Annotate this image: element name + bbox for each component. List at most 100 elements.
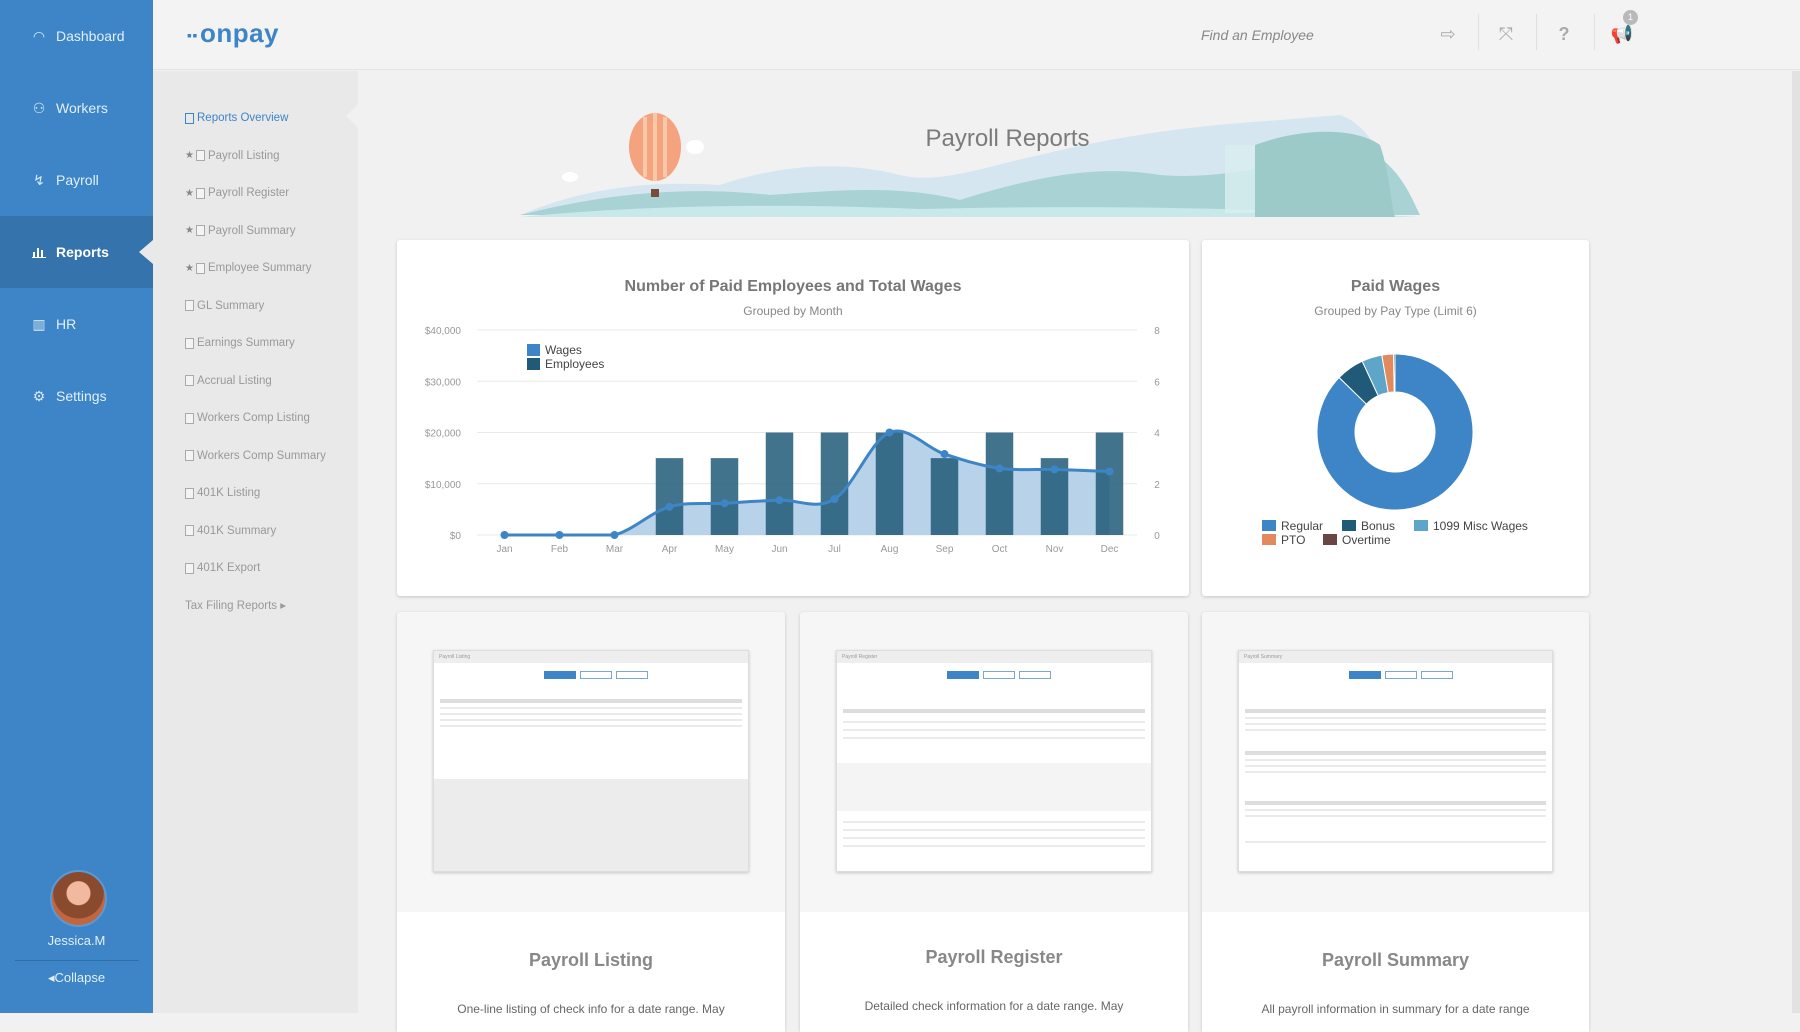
nav-payroll[interactable]: ↯ Payroll (0, 144, 153, 216)
document-icon (185, 300, 194, 311)
legend-swatch-employees (527, 358, 540, 370)
legend-label-wages: Wages (545, 343, 582, 357)
subnav-item-workers-comp-summary[interactable]: Workers Comp Summary (185, 450, 326, 462)
nav-dashboard[interactable]: ◠ Dashboard (0, 0, 153, 72)
announcements-button[interactable]: 📢 1 (1594, 10, 1650, 54)
avatar[interactable] (50, 870, 107, 927)
subnav-item-401k-listing[interactable]: 401K Listing (185, 487, 260, 499)
wages-point-apr (665, 502, 674, 511)
legend-swatch (1414, 520, 1428, 531)
star-icon[interactable]: ★ (185, 225, 194, 236)
wages-point-jan (500, 531, 509, 539)
nav-label: Payroll (56, 172, 99, 188)
subnav-item-earnings-summary[interactable]: Earnings Summary (185, 337, 295, 349)
report-title: Payroll Summary (1321, 950, 1470, 970)
x-tick-label: Sep (936, 544, 954, 555)
subnav-item-workers-comp-listing[interactable]: Workers Comp Listing (185, 412, 310, 424)
subnav-label: GL Summary (197, 299, 265, 312)
nav-hr[interactable]: ▥ HR (0, 288, 153, 360)
report-thumbnail: Payroll Listing (433, 650, 749, 872)
scrollbar[interactable] (1792, 71, 1800, 1013)
subnav-item-accrual-listing[interactable]: Accrual Listing (185, 375, 272, 387)
top-header: ▪▪onpay ⇨ ⤧ ? 📢1 (153, 0, 1800, 70)
report-thumbnail: Payroll Register (836, 650, 1152, 872)
active-indicator (346, 104, 358, 128)
onpay-logo[interactable]: ▪▪onpay (187, 18, 279, 49)
combo-chart: $0 $10,000 $20,000 $30,000 $40,000 0 2 4 6 8 Jan Fe… (425, 326, 1160, 555)
report-card-payroll-summary[interactable]: Payroll Summary Payroll Summary All payr… (1202, 612, 1589, 1032)
banner-illustration: Payroll Reports (520, 105, 1495, 217)
star-icon[interactable]: ★ (185, 263, 194, 274)
document-icon (185, 525, 194, 536)
employees-bar-jun (765, 432, 794, 535)
thumb-title: Payroll Register (837, 651, 1151, 663)
employees-bar-dec (1095, 432, 1124, 535)
employees-bar-may (710, 458, 739, 535)
landscape-illustration (520, 113, 1420, 217)
star-icon[interactable]: ★ (185, 150, 194, 161)
subnav-label: Earnings Summary (197, 337, 295, 349)
x-tick-label: Aug (881, 544, 899, 555)
notification-badge: 1 (1623, 10, 1638, 25)
wages-point-jun (775, 496, 784, 505)
report-thumbnail: Payroll Summary (1238, 650, 1553, 872)
help-icon: ? (1558, 23, 1570, 44)
logout-button[interactable]: ⇨ (1420, 14, 1476, 54)
card-body (800, 912, 1188, 1032)
y-right-tick-label: 6 (1154, 377, 1160, 388)
collapse-button[interactable]: ◂Collapse (0, 970, 153, 986)
wages-point-mar (610, 531, 619, 539)
payroll-hand-icon: ↯ (33, 171, 45, 188)
document-icon (185, 112, 194, 124)
help-button[interactable]: ? (1536, 14, 1592, 54)
subnav-item-payroll-summary[interactable]: ★ Payroll Summary (185, 225, 296, 237)
gauge-icon: ◠ (32, 27, 46, 44)
users-icon: ⚇ (32, 99, 46, 116)
slice-overtime (1393, 353, 1396, 393)
page-title: Payroll Reports (925, 125, 1090, 152)
gear-icon: ⚙ (32, 387, 46, 404)
legend-label: Bonus (1361, 519, 1395, 533)
y-left-tick-label: $20,000 (425, 429, 462, 440)
user-name[interactable]: Jessica.M (0, 933, 153, 948)
nav-settings[interactable]: ⚙ Settings (0, 360, 153, 432)
report-description: All payroll information in summary for a… (1261, 1002, 1530, 1016)
subnav-label: Reports Overview (197, 112, 289, 124)
subnav-item-payroll-listing[interactable]: ★ Payroll Listing (185, 150, 280, 162)
report-card-payroll-listing[interactable]: Payroll Listing Payroll Listing One-line… (397, 612, 785, 1032)
nav-reports[interactable]: Reports (0, 216, 153, 288)
employees-bar-sep (930, 458, 959, 535)
subnav-item-401k-summary[interactable]: 401K Summary (185, 525, 276, 537)
star-icon[interactable]: ★ (185, 188, 194, 199)
tax-filing-reports-link[interactable]: Tax Filing Reports ▸ (185, 598, 286, 612)
bar-chart-icon (30, 243, 48, 261)
nav-label: Settings (56, 388, 107, 404)
y-right-tick-label: 4 (1154, 429, 1160, 440)
document-icon (195, 262, 205, 274)
subnav-item-401k-export[interactable]: 401K Export (185, 562, 260, 574)
wages-employees-chart-card: Number of Paid Employees and Total Wages… (397, 240, 1189, 596)
paid-wages-chart-card: Paid Wages Grouped by Pay Type (Limit 6)… (1202, 240, 1589, 596)
nav-label: HR (56, 316, 77, 332)
subnav-item-employee-summary[interactable]: ★ Employee Summary (185, 262, 312, 274)
y-left-tick-label: $30,000 (425, 377, 462, 388)
find-employee-input[interactable] (1201, 22, 1421, 48)
employees-bar-jul (820, 432, 849, 535)
wages-point-may (720, 499, 729, 508)
fullscreen-button[interactable]: ⤧ (1478, 14, 1534, 54)
x-tick-label: Dec (1101, 544, 1119, 555)
report-card-payroll-register[interactable]: Payroll Register Payroll Register Detail… (800, 612, 1188, 1032)
legend-swatch (1323, 534, 1337, 545)
logo-dots-icon: ▪▪ (187, 27, 198, 44)
x-tick-label: Feb (551, 544, 569, 555)
subnav-item-payroll-register[interactable]: ★ Payroll Register (185, 187, 289, 199)
subnav-label: Accrual Listing (197, 374, 272, 387)
subnav-item-reports-overview[interactable]: Reports Overview (185, 112, 288, 124)
document-icon (185, 375, 194, 386)
wages-point-feb (555, 531, 564, 539)
x-tick-label: Oct (992, 544, 1008, 555)
subnav-label: Workers Comp Summary (197, 449, 326, 462)
nav-workers[interactable]: ⚇ Workers (0, 72, 153, 144)
logout-icon: ⇨ (1440, 23, 1456, 44)
subnav-item-gl-summary[interactable]: GL Summary (185, 300, 264, 312)
